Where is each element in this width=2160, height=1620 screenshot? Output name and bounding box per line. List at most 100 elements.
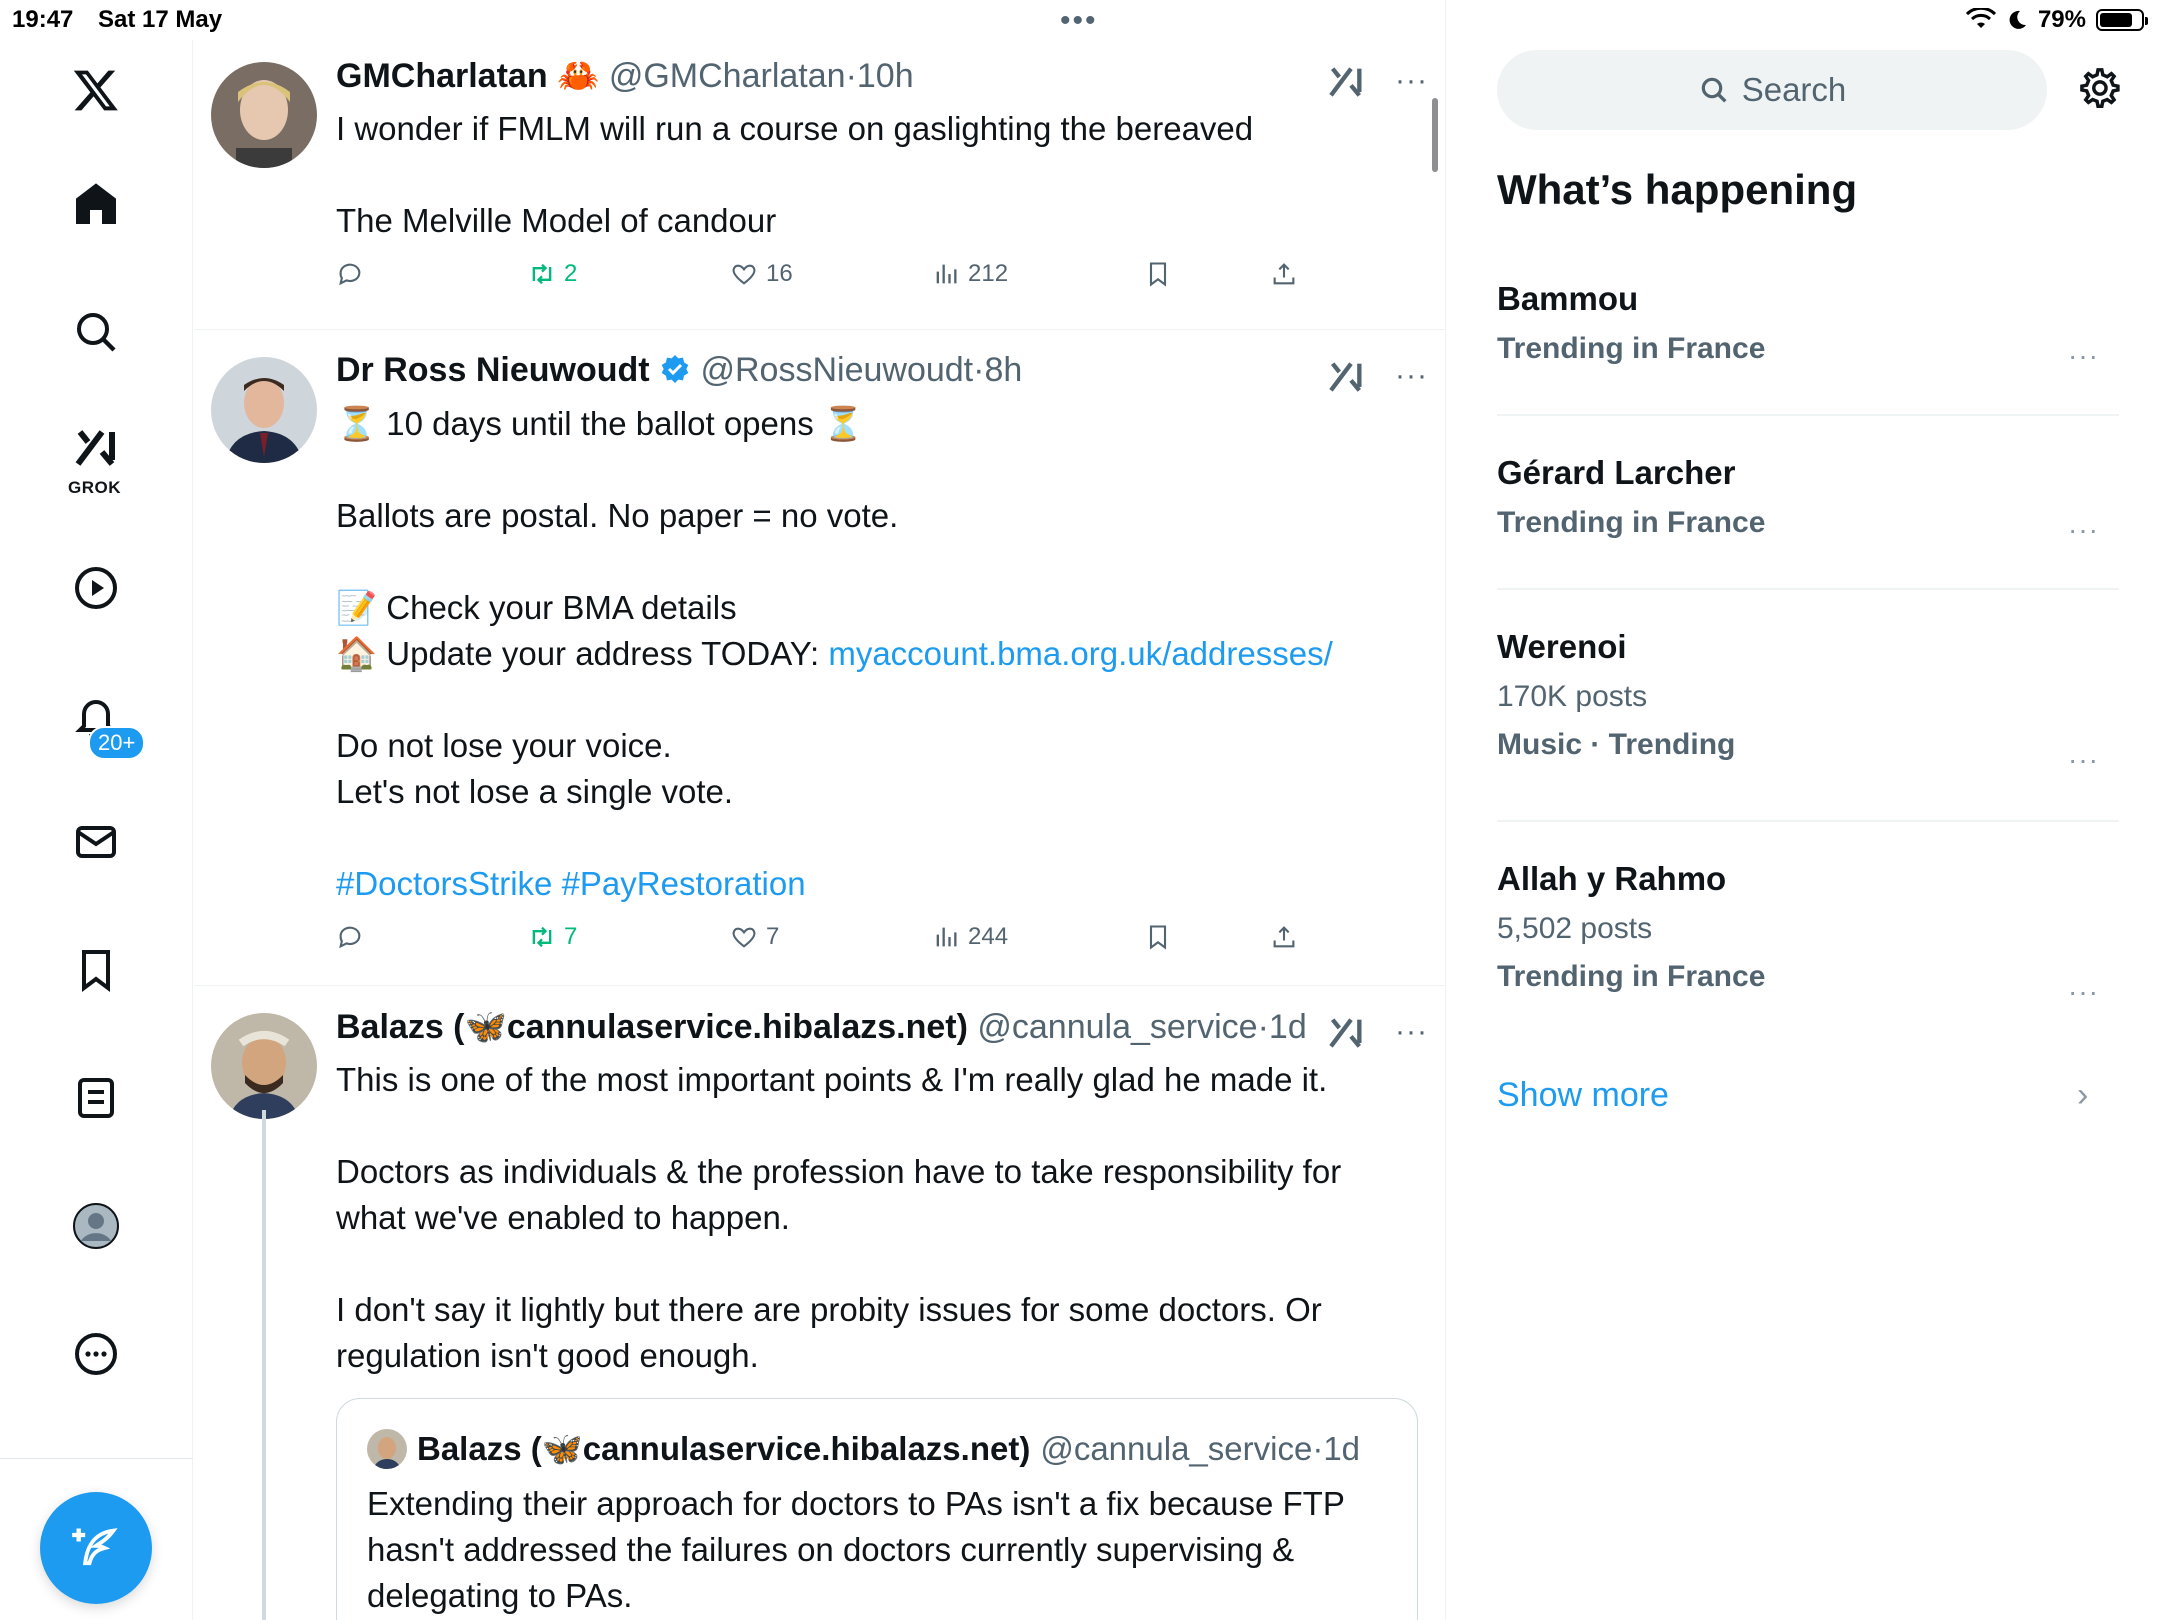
retweet-button[interactable]: 7 [528,923,577,951]
like-button[interactable]: 16 [730,260,793,288]
retweet-button[interactable]: 2 [528,260,577,288]
trend-divider [1497,414,2119,416]
compose-post-button[interactable] [40,1492,152,1604]
hashtag-links[interactable]: #DoctorsStrike #PayRestoration [336,861,1416,907]
scrollbar[interactable] [1432,98,1438,172]
tweet-text: ⏳ 10 days until the ballot opens ⏳ Ballo… [336,401,1416,907]
retweet-icon [532,926,552,948]
author-name[interactable]: Dr Ross Nieuwoudt [336,351,650,389]
trend-more-icon[interactable]: ··· [2068,340,2099,372]
share-button[interactable] [1270,923,1298,951]
trend-meta: Music · Trending [1497,728,1736,761]
tweet-time[interactable]: 1d [1269,1008,1307,1046]
tweet-line: I wonder if FMLM will run a course on ga… [336,110,1254,147]
tweet-line: Doctors as individuals & the profession … [336,1153,1342,1236]
lists-icon[interactable] [60,1062,132,1134]
trend-item[interactable]: Allah y Rahmo 5,502 posts Trending in Fr… [1497,860,2117,1007]
author-handle[interactable]: @RossNieuwoudt [700,351,973,389]
gear-icon[interactable] [2075,66,2121,112]
heart-icon [732,264,756,285]
more-options-icon[interactable] [60,1318,132,1390]
tweet-header: Balazs (🦋cannulaservice.hibalazs.net) @c… [336,1008,1307,1046]
tweet-line: I don't say it lightly but there are pro… [336,1291,1322,1374]
trend-more-icon[interactable]: ··· [2068,514,2099,546]
author-name[interactable]: GMCharlatan [336,57,548,95]
views-button[interactable]: 212 [932,260,1008,288]
battery-level [2100,13,2132,27]
profile-avatar-icon[interactable] [60,1190,132,1262]
video-icon[interactable] [60,552,132,624]
more-options-icon[interactable]: ··· [1395,64,1428,98]
trend-meta: 170K posts [1497,680,1648,713]
views-button[interactable]: 244 [932,923,1008,951]
like-button[interactable]: 7 [730,923,779,951]
grok-icon[interactable] [60,412,132,484]
timeline-feed[interactable]: GMCharlatan 🦀 @GMCharlatan·10h ··· I won… [194,0,1446,1620]
reply-icon [339,263,361,286]
search-input[interactable]: Search [1497,50,2047,130]
tweet-line [336,152,1416,198]
compose-feather-icon [72,1528,118,1566]
trend-more-icon[interactable]: ··· [2068,976,2099,1008]
tweet-time[interactable]: 10h [857,57,914,95]
avatar[interactable] [211,1013,317,1119]
messages-envelope-icon[interactable] [60,806,132,878]
share-button[interactable] [1270,260,1298,288]
tweet-time[interactable]: 8h [984,351,1022,389]
trend-meta: Trending in France [1497,332,1766,365]
trend-divider [1497,820,2119,822]
search-icon[interactable] [60,296,132,368]
home-icon[interactable] [60,168,132,240]
bookmark-button[interactable] [1144,923,1172,951]
tweet-header: Dr Ross Nieuwoudt @RossNieuwoudt·8h [336,351,1023,389]
grok-label: GROK [68,478,121,497]
author-name: Balazs (🦋cannulaservice.hibalazs.net) [417,1429,1031,1467]
bookmarks-icon[interactable] [60,934,132,1006]
retweet-count: 2 [564,260,578,287]
more-options-icon[interactable]: ··· [1395,1015,1428,1049]
search-placeholder: Search [1741,71,1847,108]
battery-icon [2096,9,2148,31]
trend-item[interactable]: Werenoi 170K posts Music · Trending ··· [1497,628,2117,775]
left-navigation: GROK 20+ [0,40,193,1620]
tweet-line: Let's not lose a single vote. [336,773,734,810]
more-options-icon[interactable]: ··· [1395,359,1428,393]
crab-emoji: 🦀 [557,57,600,95]
trend-divider [1497,588,2119,590]
author-handle[interactable]: @cannula_service [977,1008,1257,1046]
notifications-badge: 20+ [88,726,146,760]
view-count: 244 [968,923,1009,950]
trend-item[interactable]: Gérard Larcher Trending in France ··· [1497,454,2117,545]
retweet-icon [532,263,552,285]
author-name[interactable]: Balazs (🦋cannulaservice.hibalazs.net) [336,1008,968,1046]
share-icon [1273,926,1295,948]
trend-more-icon[interactable]: ··· [2068,744,2099,776]
tweet[interactable]: GMCharlatan 🦀 @GMCharlatan·10h ··· I won… [194,0,1445,330]
tweet-line: This is one of the most important points… [336,1061,1328,1098]
chevron-right-icon[interactable]: › [2077,1076,2088,1115]
tweet-line: The Melville Model of candour [336,202,777,239]
bookmark-button[interactable] [1144,260,1172,288]
trend-meta: Trending in France [1497,960,1766,993]
avatar[interactable] [211,357,317,463]
whats-happening-title: What’s happening [1497,166,1858,213]
tweet[interactable]: Dr Ross Nieuwoudt @RossNieuwoudt·8h ··· … [194,331,1445,986]
address-link[interactable]: myaccount.bma.org.uk/addresses/ [828,635,1332,672]
x-logo-icon[interactable] [60,54,132,126]
show-more-link[interactable]: Show more [1497,1076,1669,1115]
reply-icon [339,926,361,949]
author-handle[interactable]: @GMCharlatan [609,57,846,95]
avatar[interactable] [211,62,317,168]
quoted-tweet[interactable]: Balazs (🦋cannulaservice.hibalazs.net) @c… [336,1398,1418,1620]
tweet-actions: 7 7 244 [336,923,1336,963]
tweet-line: 🏠 Update your address TODAY: myaccount.b… [336,635,1333,672]
trend-item[interactable]: Bammou Trending in France ··· [1497,280,2117,371]
reply-button[interactable] [336,923,364,951]
grok-icon[interactable] [1326,1013,1366,1053]
reply-button[interactable] [336,260,364,288]
grok-icon[interactable] [1326,62,1366,102]
trend-name: Gérard Larcher [1497,454,1736,491]
grok-icon[interactable] [1326,357,1366,397]
tweet-line: 📝 Check your BMA details [336,589,737,626]
trend-name: Werenoi [1497,628,1627,665]
